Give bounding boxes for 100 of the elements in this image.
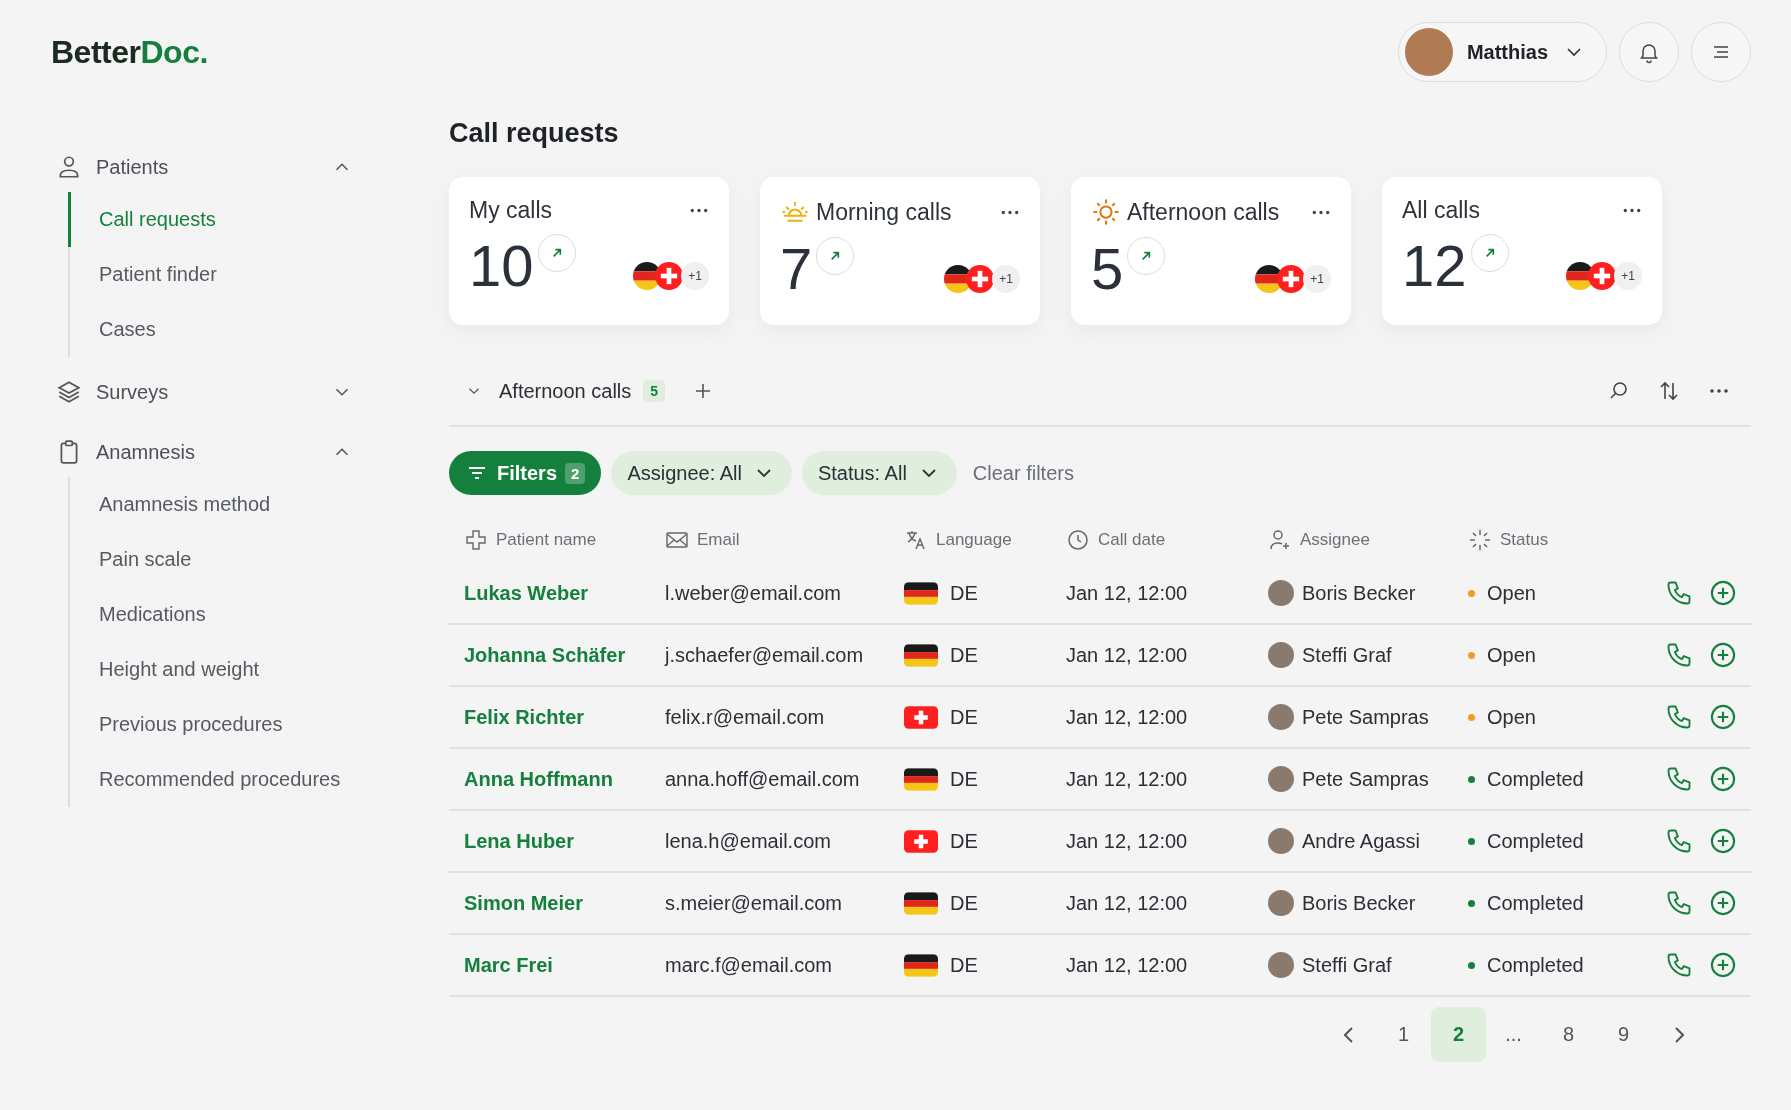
card-title: All calls xyxy=(1402,197,1481,224)
sidebar-item[interactable]: Anamnesis method xyxy=(68,477,353,532)
page-button[interactable]: 9 xyxy=(1596,1007,1651,1062)
page-button[interactable]: 8 xyxy=(1541,1007,1596,1062)
email-text: marc.f@email.com xyxy=(665,953,832,976)
add-circle-icon[interactable] xyxy=(1709,889,1737,917)
column-header[interactable]: Assignee xyxy=(1300,530,1370,550)
column-header[interactable]: Call date xyxy=(1098,530,1166,550)
count-badge: 5 xyxy=(643,380,666,402)
column-header[interactable]: Patient name xyxy=(496,530,597,550)
add-circle-icon[interactable] xyxy=(1709,951,1737,979)
email-text: s.meier@email.com xyxy=(665,891,842,914)
stat-card[interactable]: All calls 12 +1 xyxy=(1382,177,1662,325)
sidebar-item[interactable]: Previous procedures xyxy=(68,697,353,752)
assignee-name: Pete Sampras xyxy=(1302,767,1429,791)
assignee-name: Pete Sampras xyxy=(1302,705,1429,729)
call-date: Jan 12, 12:00 xyxy=(1066,891,1188,914)
column-header[interactable]: Language xyxy=(936,530,1012,550)
assignee-name: Andre Agassi xyxy=(1302,829,1420,853)
clear-filters-link[interactable]: Clear filters xyxy=(972,461,1074,485)
sidebar-group[interactable]: Patients xyxy=(56,142,353,192)
more-count: +1 xyxy=(681,262,709,290)
sidebar-item[interactable]: Call requests xyxy=(68,192,353,247)
person-icon xyxy=(56,154,82,180)
avatar-placeholder xyxy=(1268,828,1294,854)
user-menu-button[interactable]: Matthias xyxy=(1397,22,1607,82)
page-button[interactable]: ... xyxy=(1486,1007,1541,1062)
phone-icon[interactable] xyxy=(1665,703,1693,731)
stat-card[interactable]: My calls 10 +1 xyxy=(449,177,729,325)
avatar-placeholder xyxy=(1404,28,1453,76)
call-count: 12 xyxy=(1402,236,1467,296)
user-plus-icon xyxy=(1268,528,1292,552)
phone-icon[interactable] xyxy=(1665,579,1693,607)
add-circle-icon[interactable] xyxy=(1709,827,1737,855)
call-count: 7 xyxy=(780,239,813,299)
phone-icon[interactable] xyxy=(1665,951,1693,979)
patient-name-link[interactable]: Felix Richter xyxy=(464,705,585,728)
sidebar-item[interactable]: Recommended procedures xyxy=(68,752,353,807)
more-options-icon[interactable] xyxy=(689,207,709,214)
language-code: DE xyxy=(950,581,978,605)
more-count: +1 xyxy=(1303,265,1331,293)
patient-name-link[interactable]: Anna Hoffmann xyxy=(464,767,613,790)
translate-icon xyxy=(904,528,928,552)
filter-dropdown[interactable]: Assignee: All xyxy=(611,451,792,495)
more-options-icon[interactable] xyxy=(1622,207,1642,214)
status-text: Completed xyxy=(1487,953,1584,977)
add-circle-icon[interactable] xyxy=(1709,641,1737,669)
email-text: l.weber@email.com xyxy=(665,581,841,604)
sidebar-item[interactable]: Height and weight xyxy=(68,642,353,697)
patient-name-link[interactable]: Marc Frei xyxy=(464,953,553,976)
assignee-name: Boris Becker xyxy=(1302,891,1416,915)
status-text: Completed xyxy=(1487,767,1584,791)
filter-dropdown[interactable]: Status: All xyxy=(801,451,957,495)
sidebar-group[interactable]: Anamnesis xyxy=(56,427,353,477)
add-circle-icon[interactable] xyxy=(1709,579,1737,607)
layers-icon xyxy=(56,379,82,405)
status-text: Completed xyxy=(1487,829,1584,853)
chevron-left-icon xyxy=(1343,1026,1354,1043)
column-header[interactable]: Status xyxy=(1500,530,1549,550)
more-options-icon[interactable] xyxy=(1000,208,1020,216)
assignee-name: Steffi Graf xyxy=(1302,643,1392,667)
language-code: DE xyxy=(950,643,978,667)
call-count: 5 xyxy=(1091,239,1124,299)
more-options-icon[interactable] xyxy=(1311,208,1331,216)
status-text: Open xyxy=(1487,581,1536,605)
filters-button[interactable]: Filters 2 xyxy=(449,451,602,495)
column-header[interactable]: Email xyxy=(697,530,740,550)
avatar-placeholder xyxy=(1268,952,1294,978)
phone-icon[interactable] xyxy=(1665,827,1693,855)
card-title: Morning calls xyxy=(816,198,953,226)
sidebar-item[interactable]: Patient finder xyxy=(68,247,353,302)
email-text: felix.r@email.com xyxy=(665,705,825,728)
sidebar-item[interactable]: Medications xyxy=(68,587,353,642)
add-circle-icon[interactable] xyxy=(1709,703,1737,731)
page-button[interactable]: 2 xyxy=(1431,1007,1486,1062)
cross-icon xyxy=(464,528,488,552)
phone-icon[interactable] xyxy=(1665,641,1693,669)
avatar-placeholder xyxy=(1268,890,1294,916)
patient-name-link[interactable]: Lukas Weber xyxy=(464,581,589,604)
stat-card[interactable]: Morning calls 7 +1 xyxy=(760,177,1040,325)
phone-icon[interactable] xyxy=(1665,889,1693,917)
sidebar-item[interactable]: Cases xyxy=(68,302,353,357)
language-code: DE xyxy=(950,829,978,853)
sidebar-group[interactable]: Surveys xyxy=(56,367,353,417)
sidebar-item[interactable]: Pain scale xyxy=(68,532,353,587)
email-text: anna.hoff@email.com xyxy=(665,767,860,790)
patient-name-link[interactable]: Johanna Schäfer xyxy=(464,643,626,666)
avatar-placeholder xyxy=(1268,766,1294,792)
call-date: Jan 12, 12:00 xyxy=(1066,829,1188,852)
patient-name-link[interactable]: Simon Meier xyxy=(464,891,583,914)
phone-icon[interactable] xyxy=(1665,765,1693,793)
add-circle-icon[interactable] xyxy=(1709,765,1737,793)
language-code: DE xyxy=(950,953,978,977)
call-date: Jan 12, 12:00 xyxy=(1066,643,1188,666)
loader-icon xyxy=(1468,528,1492,552)
page-button[interactable]: 1 xyxy=(1376,1007,1431,1062)
patient-name-link[interactable]: Lena Huber xyxy=(464,829,575,852)
stat-card[interactable]: Afternoon calls 5 +1 xyxy=(1071,177,1351,325)
page-title: Call requests xyxy=(449,118,620,149)
betterdoc-logo[interactable]: BetterDoc. xyxy=(51,33,208,71)
